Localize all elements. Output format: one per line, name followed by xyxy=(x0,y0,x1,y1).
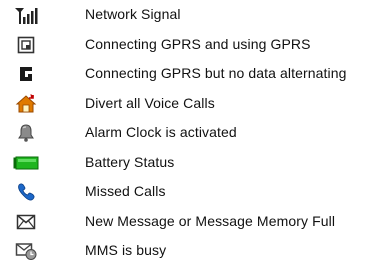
legend-label: Network Signal xyxy=(85,6,181,22)
legend-label: Connecting GPRS but no data alternating xyxy=(85,65,347,81)
legend-row-missed-calls: Missed Calls xyxy=(0,177,383,207)
alarm-bell-icon xyxy=(12,122,40,144)
legend-row-gprs-idle: Connecting GPRS but no data alternating xyxy=(0,59,383,89)
legend-label: Missed Calls xyxy=(85,183,166,199)
legend-row-mms-busy: MMS is busy xyxy=(0,236,383,266)
call-divert-icon xyxy=(12,93,40,115)
signal-strength-icon xyxy=(12,4,40,26)
legend-row-new-message: New Message or Message Memory Full xyxy=(0,207,383,237)
legend-row-alarm: Alarm Clock is activated xyxy=(0,118,383,148)
legend-row-gprs-active: Connecting GPRS and using GPRS xyxy=(0,30,383,60)
legend-label: Battery Status xyxy=(85,153,175,170)
missed-call-icon xyxy=(12,181,40,203)
battery-icon xyxy=(12,152,40,174)
mms-busy-icon xyxy=(12,240,40,262)
legend-label: Connecting GPRS and using GPRS xyxy=(85,35,311,52)
legend-label: Divert all Voice Calls xyxy=(85,94,215,111)
gprs-active-icon xyxy=(12,34,40,56)
legend-row-network-signal: Network Signal xyxy=(0,0,383,30)
legend-row-call-divert: Divert all Voice Calls xyxy=(0,89,383,119)
legend-row-battery: Battery Status xyxy=(0,148,383,178)
gprs-idle-icon xyxy=(12,63,40,85)
legend-label: MMS is busy xyxy=(85,242,167,258)
envelope-icon xyxy=(12,211,40,233)
status-icon-legend: Network Signal Connecting GPRS and using… xyxy=(0,0,383,275)
legend-label: New Message or Message Memory Full xyxy=(85,212,336,229)
legend-label: Alarm Clock is activated xyxy=(85,124,237,140)
